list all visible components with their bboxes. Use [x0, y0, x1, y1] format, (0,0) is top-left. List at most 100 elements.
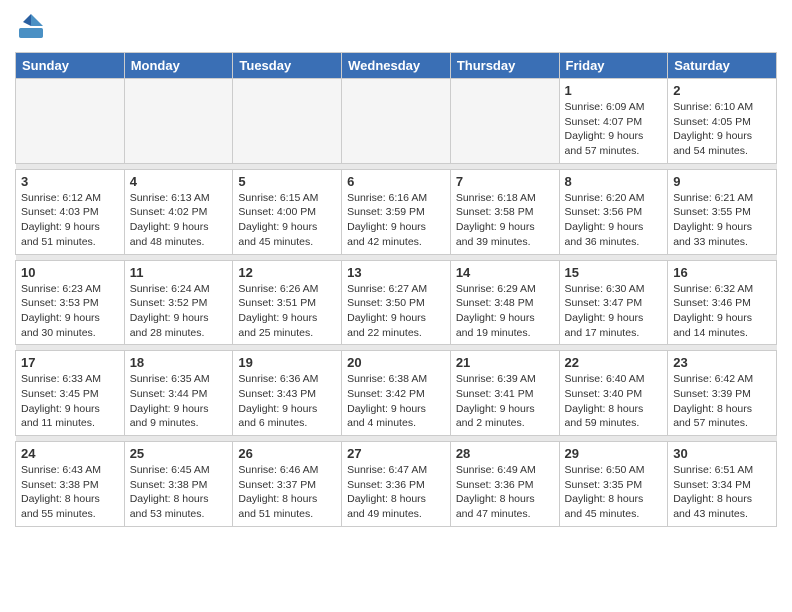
day-info: Sunrise: 6:18 AM Sunset: 3:58 PM Dayligh… [456, 191, 554, 250]
calendar-cell: 9Sunrise: 6:21 AM Sunset: 3:55 PM Daylig… [668, 169, 777, 254]
calendar-week-row: 17 Sunrise: 6:33 AM Sunset: 3:45 PM Dayli… [16, 351, 777, 436]
day-number: 26 [238, 446, 336, 461]
day-info: Sunrise: 6:30 AM Sunset: 3:47 PM Dayligh… [565, 282, 663, 341]
calendar-cell: 7 Sunrise: 6:18 AM Sunset: 3:58 PM Daylig… [450, 169, 559, 254]
day-number: 4 [130, 174, 228, 189]
calendar-cell: 17 Sunrise: 6:33 AM Sunset: 3:45 PM Dayli… [16, 351, 125, 436]
day-info: Sunrise: 6:38 AM Sunset: 3:42 PM Dayligh… [347, 372, 445, 431]
page-container: SundayMondayTuesdayWednesdayThursdayFrid… [0, 0, 792, 537]
day-number: 13 [347, 265, 445, 280]
day-number: 10 [21, 265, 119, 280]
day-info: Sunrise: 6:49 AM Sunset: 3:36 PM Dayligh… [456, 463, 554, 522]
day-number: 11 [130, 265, 228, 280]
day-info: Sunrise: 6:26 AM Sunset: 3:51 PM Dayligh… [238, 282, 336, 341]
weekday-header: Sunday [16, 53, 125, 79]
day-number: 1 [565, 83, 663, 98]
calendar-cell: 29 Sunrise: 6:50 AM Sunset: 3:35 PM Dayli… [559, 442, 668, 527]
day-info: Sunrise: 6:39 AM Sunset: 3:41 PM Dayligh… [456, 372, 554, 431]
weekday-header: Saturday [668, 53, 777, 79]
calendar-cell: 12 Sunrise: 6:26 AM Sunset: 3:51 PM Dayli… [233, 260, 342, 345]
day-info: Sunrise: 6:13 AM Sunset: 4:02 PM Dayligh… [130, 191, 228, 250]
calendar-cell: 19 Sunrise: 6:36 AM Sunset: 3:43 PM Dayli… [233, 351, 342, 436]
day-info: Sunrise: 6:24 AM Sunset: 3:52 PM Dayligh… [130, 282, 228, 341]
day-info: Sunrise: 6:43 AM Sunset: 3:38 PM Dayligh… [21, 463, 119, 522]
calendar-cell: 15 Sunrise: 6:30 AM Sunset: 3:47 PM Dayli… [559, 260, 668, 345]
calendar-cell: 2 Sunrise: 6:10 AM Sunset: 4:05 PM Daylig… [668, 79, 777, 164]
day-info: Sunrise: 6:16 AM Sunset: 3:59 PM Dayligh… [347, 191, 445, 250]
day-number: 24 [21, 446, 119, 461]
day-number: 22 [565, 355, 663, 370]
day-info: Sunrise: 6:10 AM Sunset: 4:05 PM Dayligh… [673, 100, 771, 159]
day-info: Sunrise: 6:45 AM Sunset: 3:38 PM Dayligh… [130, 463, 228, 522]
calendar-cell: 27 Sunrise: 6:47 AM Sunset: 3:36 PM Dayli… [342, 442, 451, 527]
day-info: Sunrise: 6:21 AM Sunset: 3:55 PM Dayligh… [673, 191, 771, 250]
calendar-week-row: 3Sunrise: 6:12 AM Sunset: 4:03 PM Daylig… [16, 169, 777, 254]
calendar-cell: 16Sunrise: 6:32 AM Sunset: 3:46 PM Dayli… [668, 260, 777, 345]
weekday-header: Friday [559, 53, 668, 79]
day-number: 21 [456, 355, 554, 370]
calendar-cell [450, 79, 559, 164]
day-number: 6 [347, 174, 445, 189]
day-number: 15 [565, 265, 663, 280]
day-info: Sunrise: 6:50 AM Sunset: 3:35 PM Dayligh… [565, 463, 663, 522]
day-info: Sunrise: 6:42 AM Sunset: 3:39 PM Dayligh… [673, 372, 771, 431]
day-number: 17 [21, 355, 119, 370]
weekday-header: Tuesday [233, 53, 342, 79]
calendar-cell [124, 79, 233, 164]
calendar-cell: 8Sunrise: 6:20 AM Sunset: 3:56 PM Daylig… [559, 169, 668, 254]
calendar-cell: 4 Sunrise: 6:13 AM Sunset: 4:02 PM Daylig… [124, 169, 233, 254]
calendar-cell: 11 Sunrise: 6:24 AM Sunset: 3:52 PM Dayli… [124, 260, 233, 345]
day-info: Sunrise: 6:35 AM Sunset: 3:44 PM Dayligh… [130, 372, 228, 431]
day-number: 5 [238, 174, 336, 189]
day-number: 29 [565, 446, 663, 461]
day-info: Sunrise: 6:27 AM Sunset: 3:50 PM Dayligh… [347, 282, 445, 341]
calendar-week-row: 24 Sunrise: 6:43 AM Sunset: 3:38 PM Dayli… [16, 442, 777, 527]
day-number: 25 [130, 446, 228, 461]
calendar-cell: 20 Sunrise: 6:38 AM Sunset: 3:42 PM Dayli… [342, 351, 451, 436]
day-info: Sunrise: 6:15 AM Sunset: 4:00 PM Dayligh… [238, 191, 336, 250]
day-number: 23 [673, 355, 771, 370]
weekday-header: Monday [124, 53, 233, 79]
calendar-cell: 28 Sunrise: 6:49 AM Sunset: 3:36 PM Dayli… [450, 442, 559, 527]
page-header [15, 10, 777, 42]
day-number: 27 [347, 446, 445, 461]
day-info: Sunrise: 6:23 AM Sunset: 3:53 PM Dayligh… [21, 282, 119, 341]
logo [15, 10, 51, 42]
calendar-cell: 5 Sunrise: 6:15 AM Sunset: 4:00 PM Daylig… [233, 169, 342, 254]
day-info: Sunrise: 6:12 AM Sunset: 4:03 PM Dayligh… [21, 191, 119, 250]
day-info: Sunrise: 6:47 AM Sunset: 3:36 PM Dayligh… [347, 463, 445, 522]
day-info: Sunrise: 6:36 AM Sunset: 3:43 PM Dayligh… [238, 372, 336, 431]
calendar-cell: 3Sunrise: 6:12 AM Sunset: 4:03 PM Daylig… [16, 169, 125, 254]
day-info: Sunrise: 6:33 AM Sunset: 3:45 PM Dayligh… [21, 372, 119, 431]
calendar-cell: 21 Sunrise: 6:39 AM Sunset: 3:41 PM Dayli… [450, 351, 559, 436]
calendar-cell: 22Sunrise: 6:40 AM Sunset: 3:40 PM Dayli… [559, 351, 668, 436]
calendar-table: SundayMondayTuesdayWednesdayThursdayFrid… [15, 52, 777, 527]
calendar-cell: 1 Sunrise: 6:09 AM Sunset: 4:07 PM Daylig… [559, 79, 668, 164]
day-info: Sunrise: 6:29 AM Sunset: 3:48 PM Dayligh… [456, 282, 554, 341]
calendar-cell: 25 Sunrise: 6:45 AM Sunset: 3:38 PM Dayli… [124, 442, 233, 527]
calendar-cell: 10 Sunrise: 6:23 AM Sunset: 3:53 PM Dayli… [16, 260, 125, 345]
calendar-cell [342, 79, 451, 164]
calendar-week-row: 10 Sunrise: 6:23 AM Sunset: 3:53 PM Dayli… [16, 260, 777, 345]
calendar-cell [233, 79, 342, 164]
calendar-cell: 24 Sunrise: 6:43 AM Sunset: 3:38 PM Dayli… [16, 442, 125, 527]
weekday-header: Thursday [450, 53, 559, 79]
day-number: 19 [238, 355, 336, 370]
day-info: Sunrise: 6:46 AM Sunset: 3:37 PM Dayligh… [238, 463, 336, 522]
day-number: 16 [673, 265, 771, 280]
calendar-cell: 14 Sunrise: 6:29 AM Sunset: 3:48 PM Dayli… [450, 260, 559, 345]
day-number: 28 [456, 446, 554, 461]
day-number: 7 [456, 174, 554, 189]
day-info: Sunrise: 6:09 AM Sunset: 4:07 PM Dayligh… [565, 100, 663, 159]
calendar-cell [16, 79, 125, 164]
day-number: 20 [347, 355, 445, 370]
day-number: 12 [238, 265, 336, 280]
day-number: 8 [565, 174, 663, 189]
day-number: 14 [456, 265, 554, 280]
logo-icon [15, 10, 47, 42]
calendar-week-row: 1 Sunrise: 6:09 AM Sunset: 4:07 PM Daylig… [16, 79, 777, 164]
day-info: Sunrise: 6:51 AM Sunset: 3:34 PM Dayligh… [673, 463, 771, 522]
calendar-cell: 23 Sunrise: 6:42 AM Sunset: 3:39 PM Dayli… [668, 351, 777, 436]
day-number: 2 [673, 83, 771, 98]
calendar-header-row: SundayMondayTuesdayWednesdayThursdayFrid… [16, 53, 777, 79]
